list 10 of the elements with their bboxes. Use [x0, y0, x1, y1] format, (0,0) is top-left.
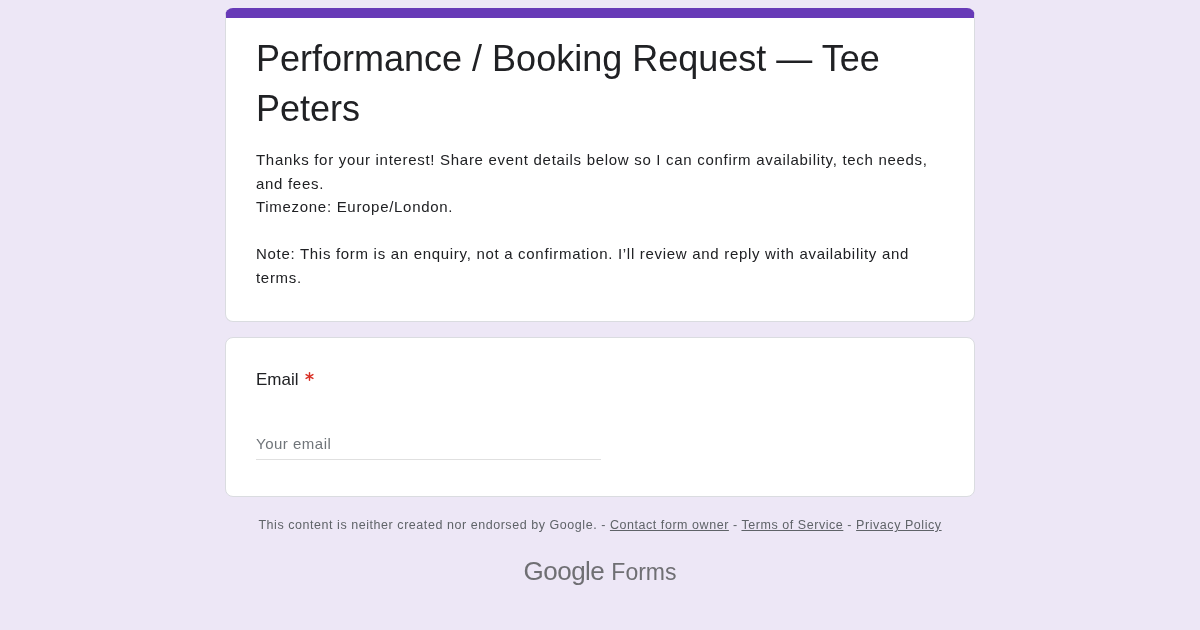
logo-wordmark: Google: [523, 555, 605, 587]
question-label: Email: [256, 369, 299, 391]
footer-link[interactable]: Terms of Service: [741, 518, 844, 532]
footer-disclaimer: This content is neither created nor endorsed by Google. - Contact form owner - Terms of Service - Privacy Policy: [257, 517, 943, 533]
email-input[interactable]: Your email: [256, 428, 601, 460]
footer-link[interactable]: Privacy Policy: [856, 518, 942, 532]
footer-link[interactable]: Contact form owner: [609, 518, 729, 532]
form-description: Thanks for your interest! Share event details below so I can confirm availability, tech needs, and fees. Timezone: Europe/London. Note: This form is an enquiry, not a confirmation. I’ll review and reply with availability and terms.: [256, 150, 929, 288]
form-title: Performance / Booking Request — Tee Peters: [256, 37, 881, 131]
product-name: Forms: [611, 558, 677, 587]
